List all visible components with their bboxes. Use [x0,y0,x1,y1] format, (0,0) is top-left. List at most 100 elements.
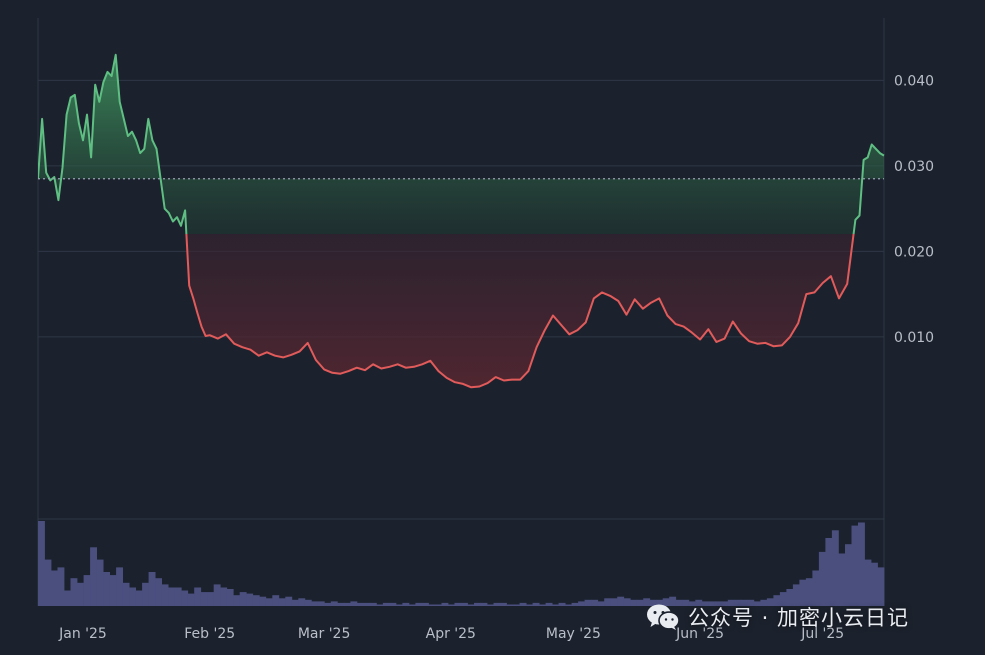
volume-bar [363,602,371,606]
watermark-text: 公众号 · 加密小云日记 [688,606,910,630]
volume-bar [200,592,208,606]
volume-bar [415,602,423,606]
volume-bar [382,602,390,606]
volume-bar [265,598,273,606]
volume-bar [148,572,156,606]
volume-bar [285,596,293,606]
volume-bar [291,599,299,606]
volume-bar [467,604,475,606]
volume-bar [441,602,449,606]
volume-bar [584,599,592,606]
volume-bar [831,530,839,606]
volume-bar [389,602,397,606]
volume-bar [259,596,267,606]
volume-bar [77,582,84,606]
volume-bar [90,547,97,606]
volume-bar [317,601,325,606]
volume-bar [565,604,572,606]
volume-bar [44,559,52,606]
volume-bar [402,602,410,606]
volume-bar [513,604,520,606]
volume-bar [480,602,488,606]
volume-bar [461,602,468,606]
volume-bar [220,587,228,606]
volume-bar [597,601,605,606]
volume-bar [623,598,631,606]
volume-bar [252,595,260,606]
volume-bar [578,601,585,606]
volume-bar [343,602,351,606]
volume-bar [161,584,169,606]
y-axis-ticks: 0.010 0.020 0.030 0.040 [894,73,934,346]
volume-bar [506,604,514,606]
volume-bar [181,590,189,606]
volume-bar [500,602,507,606]
volume-bar [376,604,384,606]
volume-bar [155,578,162,606]
volume-bar [83,575,91,606]
area-fills [38,54,884,388]
volume-bar [51,570,58,606]
volume-bar [604,598,612,606]
volume-bar [142,582,149,606]
x-tick-label: Apr '25 [426,626,476,642]
volume-bar [825,538,833,606]
volume-bar [168,587,176,606]
volume-bar [278,598,286,606]
volume-bar [617,596,625,606]
wechat-icon [647,604,680,630]
volume-bar [487,604,494,606]
volume-bar [851,525,859,606]
volume-bar [493,602,501,606]
volume-bar [174,587,182,606]
volume-bar [304,599,312,606]
volume-bar [845,544,852,606]
volume-bar [135,590,143,606]
volume-bar [311,601,319,606]
volume-bar [356,602,364,606]
volume-bar [239,592,247,606]
chart-container: Jan '25 Feb '25 Mar '25 Apr '25 May '25 Jun '… [0,0,985,655]
volume-bar [591,599,599,606]
x-tick-label: May '25 [546,626,601,642]
volume-bar [838,553,846,606]
volume-bar [408,604,416,606]
volume-bar [519,602,527,606]
volume-bar [129,587,136,606]
volume-bar [70,578,78,606]
volume-bar [337,602,345,606]
funding-rate-chart: Jan '25 Feb '25 Mar '25 Apr '25 May '25 Jun '… [37,18,934,642]
volume-bar [187,593,195,606]
y-tick-label: 0.040 [894,73,934,89]
x-tick-label: Mar '25 [298,626,351,642]
volume-bar [858,522,865,606]
volume-bar [526,604,533,606]
volume-bar [57,567,65,606]
volume-bar [552,604,559,606]
volume-bar [448,604,455,606]
volume-bar [96,559,104,606]
volume-bar [818,551,826,606]
volume-bar [539,604,546,606]
volume-bar [103,572,110,606]
volume-bars [38,521,885,606]
volume-bar [194,587,202,606]
volume-bar [109,575,117,606]
watermark: 公众号 · 加密小云日记 [646,600,909,634]
volume-bar [116,567,123,606]
volume-bar [350,601,358,606]
volume-bar [213,584,221,606]
volume-bar [64,590,71,606]
volume-bar [272,595,280,606]
y-tick-label: 0.030 [894,159,934,175]
volume-bar [545,602,553,606]
y-tick-label: 0.010 [894,330,934,346]
x-tick-label: Feb '25 [184,626,235,642]
x-tick-label: Jan '25 [58,626,107,642]
volume-bar [558,602,566,606]
volume-bar [298,598,306,606]
volume-bar [38,521,45,606]
volume-bar [122,582,130,606]
volume-bar [422,602,429,606]
volume-bar [571,602,579,606]
